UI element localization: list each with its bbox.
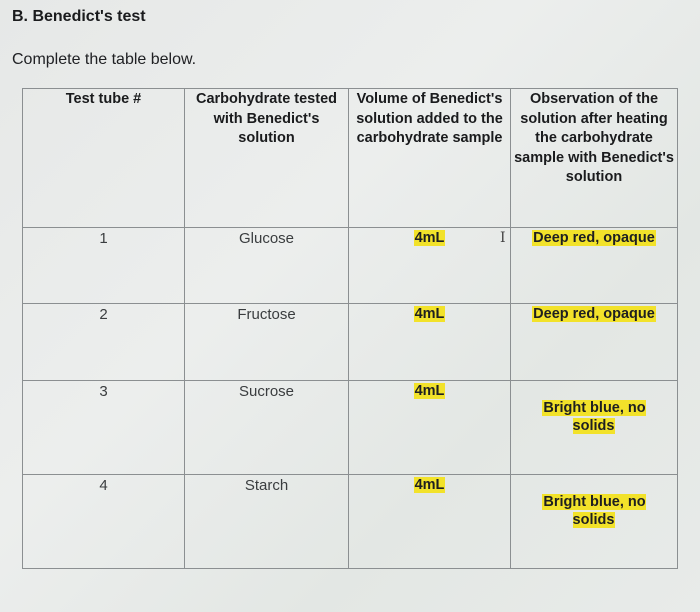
carbohydrate-cell[interactable]: Starch (184, 474, 349, 569)
tube-number: 4 (99, 477, 108, 494)
tube-cell[interactable]: 2 (22, 303, 185, 381)
volume-value: 4mL (413, 383, 446, 399)
observation-cell[interactable]: Bright blue, no solids (510, 474, 678, 569)
table-row: 3 Sucrose 4mL Bright blue, no solids (22, 380, 678, 475)
volume-cell[interactable]: 4mL (348, 380, 511, 475)
carbohydrate-cell[interactable]: Glucose (184, 227, 349, 304)
tube-cell[interactable]: 1 (22, 227, 185, 304)
volume-value: 4mL (413, 477, 446, 493)
table-row: 1 Glucose 4mL Deep red, opaque (22, 227, 678, 304)
observation-cell[interactable]: Deep red, opaque (510, 227, 678, 304)
text-cursor-icon: I (500, 230, 506, 246)
observation-cell[interactable]: Bright blue, no solids (510, 380, 678, 475)
volume-cell[interactable]: 4mL (348, 227, 511, 304)
observation-text: Deep red, opaque (532, 230, 656, 246)
carbohydrate-cell[interactable]: Fructose (184, 303, 349, 381)
instructions: Complete the table below. (12, 51, 197, 68)
volume-cell[interactable]: 4mL (348, 474, 511, 569)
carbohydrate-cell[interactable]: Sucrose (184, 380, 349, 475)
tube-cell[interactable]: 3 (22, 380, 185, 475)
results-table: Test tube # Carbohydrate tested with Ben… (22, 88, 678, 569)
volume-cell[interactable]: 4mL (348, 303, 511, 381)
tube-number: 2 (99, 306, 108, 323)
header-volume: Volume of Benedict's solution added to t… (348, 88, 511, 228)
observation-text: Bright blue, no solids (542, 494, 646, 528)
carbohydrate-name: Sucrose (238, 383, 295, 400)
tube-number: 3 (99, 383, 108, 400)
table-row: 2 Fructose 4mL Deep red, opaque (22, 303, 678, 381)
carbohydrate-name: Fructose (237, 306, 296, 323)
header-carbohydrate: Carbohydrate tested with Benedict's solu… (184, 88, 349, 228)
table-header-row: Test tube # Carbohydrate tested with Ben… (22, 88, 678, 228)
volume-value: 4mL (413, 230, 446, 246)
carbohydrate-name: Glucose (238, 230, 295, 247)
header-test-tube: Test tube # (22, 88, 185, 228)
tube-number: 1 (99, 230, 108, 247)
observation-text: Deep red, opaque (532, 306, 656, 322)
carbohydrate-name: Starch (244, 477, 289, 494)
volume-value: 4mL (413, 306, 446, 322)
table-row: 4 Starch 4mL Bright blue, no solids (22, 474, 678, 569)
header-observation: Observation of the solution after heatin… (510, 88, 678, 228)
observation-cell[interactable]: Deep red, opaque (510, 303, 678, 381)
tube-cell[interactable]: 4 (22, 474, 185, 569)
section-title: B. Benedict's test (12, 8, 146, 25)
observation-text: Bright blue, no solids (542, 400, 646, 434)
